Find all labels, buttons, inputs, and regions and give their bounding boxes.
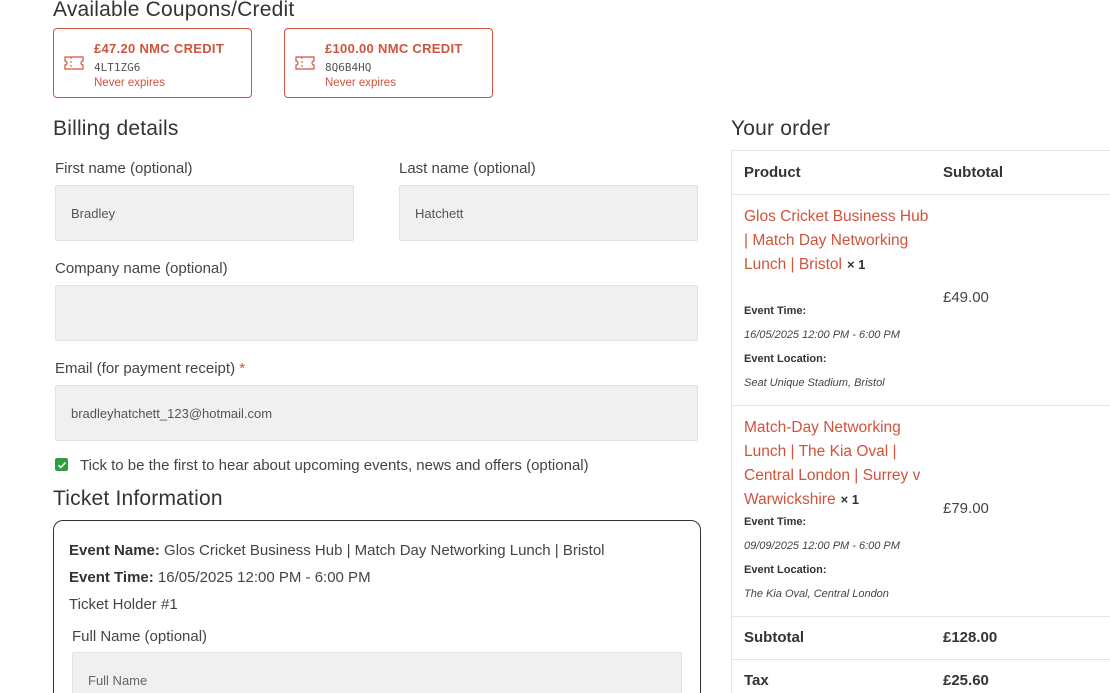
order-item: Match-Day Networking Lunch | The Kia Ova… (732, 406, 1110, 617)
coupon-card[interactable]: £100.00 NMC CREDIT 8Q6B4HQ Never expires (284, 28, 493, 98)
coupons-heading: Available Coupons/Credit (53, 0, 295, 21)
order-table: Product Subtotal Glos Cricket Business H… (731, 150, 1110, 693)
last-name-label: Last name (optional) (399, 160, 536, 177)
subtotal-column-header: Subtotal (943, 164, 1003, 181)
order-item-price: £49.00 (943, 289, 989, 306)
order-item-title: Match-Day Networking Lunch | The Kia Ova… (744, 416, 929, 512)
event-location-value: Seat Unique Stadium, Bristol (744, 377, 885, 389)
first-name-label: First name (optional) (55, 160, 193, 177)
product-column-header: Product (744, 164, 801, 181)
tax-value: £25.60 (943, 672, 989, 689)
order-item-link[interactable]: Match-Day Networking Lunch | The Kia Ova… (744, 419, 920, 508)
ticket-holder-title: Ticket Holder #1 (69, 596, 178, 613)
billing-heading: Billing details (53, 117, 179, 140)
newsletter-checkbox[interactable] (55, 458, 68, 471)
ticket-heading: Ticket Information (53, 487, 223, 510)
order-item-title: Glos Cricket Business Hub | Match Day Ne… (744, 205, 929, 277)
order-subtotal-row: Subtotal £128.00 (732, 617, 1110, 660)
full-name-input[interactable] (72, 652, 682, 693)
full-name-label: Full Name (optional) (72, 628, 208, 645)
event-time-label: Event Time: (744, 305, 807, 317)
event-time-label: Event Time: (744, 516, 807, 528)
order-heading: Your order (731, 117, 831, 140)
order-table-header: Product Subtotal (732, 151, 1110, 195)
coupon-amount: £100.00 NMC CREDIT (325, 41, 463, 56)
event-name-label: Event Name: (69, 542, 160, 559)
event-location-value: The Kia Oval, Central London (744, 588, 889, 600)
order-tax-row: Tax £25.60 (732, 660, 1110, 693)
event-location-label: Event Location: (744, 353, 827, 365)
event-location-label: Event Location: (744, 564, 827, 576)
coupon-code: 8Q6B4HQ (325, 61, 372, 74)
order-item: Glos Cricket Business Hub | Match Day Ne… (732, 195, 1110, 406)
company-name-label: Company name (optional) (55, 260, 228, 277)
coupon-code: 4LT1ZG6 (94, 61, 141, 74)
order-item-qty: × 1 (840, 492, 860, 507)
event-time-label: Event Time: (69, 569, 154, 586)
newsletter-label[interactable]: Tick to be the first to hear about upcom… (80, 457, 589, 474)
order-item-link[interactable]: Glos Cricket Business Hub | Match Day Ne… (744, 208, 928, 273)
tax-label: Tax (744, 672, 769, 689)
ticket-icon (295, 55, 315, 71)
required-mark: * (239, 360, 246, 377)
ticket-event-name: Event Name: Glos Cricket Business Hub | … (69, 542, 605, 559)
subtotal-value: £128.00 (943, 629, 998, 646)
ticket-holder-box: Event Name: Glos Cricket Business Hub | … (53, 520, 701, 693)
coupon-card[interactable]: £47.20 NMC CREDIT 4LT1ZG6 Never expires (53, 28, 252, 98)
check-icon (57, 461, 67, 469)
last-name-input[interactable] (399, 185, 698, 241)
email-label-text: Email (for payment receipt) (55, 360, 236, 377)
order-item-price: £79.00 (943, 500, 989, 517)
ticket-icon (64, 55, 84, 71)
coupon-expiry: Never expires (94, 77, 165, 89)
company-name-input[interactable] (55, 285, 698, 341)
event-time-value: 16/05/2025 12:00 PM - 6:00 PM (744, 329, 900, 341)
ticket-event-time: Event Time: 16/05/2025 12:00 PM - 6:00 P… (69, 569, 371, 586)
event-time-value: 09/09/2025 12:00 PM - 6:00 PM (744, 540, 900, 552)
coupon-expiry: Never expires (325, 77, 396, 89)
coupon-amount: £47.20 NMC CREDIT (94, 41, 225, 56)
first-name-input[interactable] (55, 185, 354, 241)
subtotal-label: Subtotal (744, 629, 804, 646)
email-input[interactable] (55, 385, 698, 441)
event-time-value: 16/05/2025 12:00 PM - 6:00 PM (157, 569, 371, 586)
email-label: Email (for payment receipt) * (55, 360, 245, 377)
event-name-value: Glos Cricket Business Hub | Match Day Ne… (164, 542, 605, 559)
order-item-qty: × 1 (846, 257, 866, 272)
